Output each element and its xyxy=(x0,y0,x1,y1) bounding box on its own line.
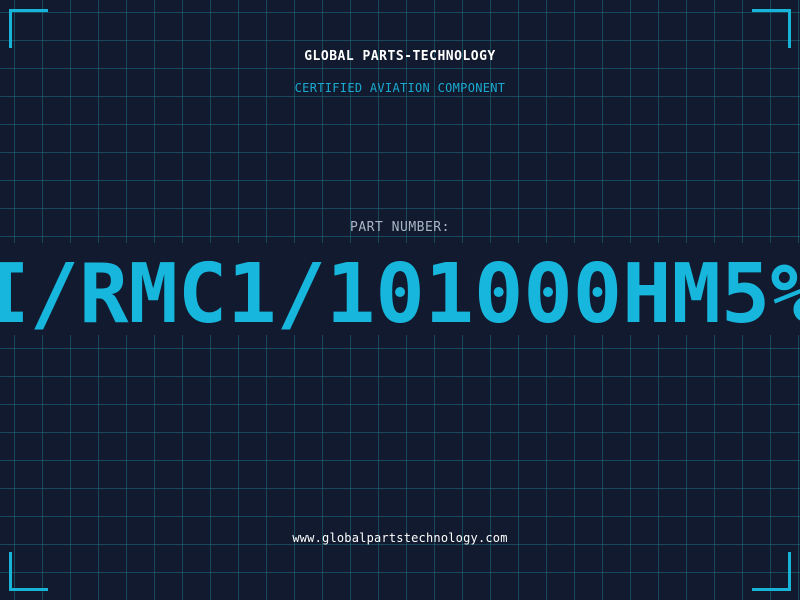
website-url: www.globalpartstechnology.com xyxy=(292,531,508,545)
corner-bracket-bottom-right xyxy=(752,552,791,591)
part-number-label: PART NUMBER: xyxy=(350,220,450,235)
company-name: GLOBAL PARTS-TECHNOLOGY xyxy=(304,49,496,64)
corner-bracket-bottom-left xyxy=(9,552,48,591)
part-number-band: EI/RMC1/101000HM5%T xyxy=(0,243,800,335)
corner-bracket-top-left xyxy=(9,9,48,48)
corner-bracket-top-right xyxy=(752,9,791,48)
label-card: GLOBAL PARTS-TECHNOLOGY CERTIFIED AVIATI… xyxy=(0,0,800,600)
tagline: CERTIFIED AVIATION COMPONENT xyxy=(294,81,506,95)
part-number-value: EI/RMC1/101000HM5%T xyxy=(0,247,800,335)
